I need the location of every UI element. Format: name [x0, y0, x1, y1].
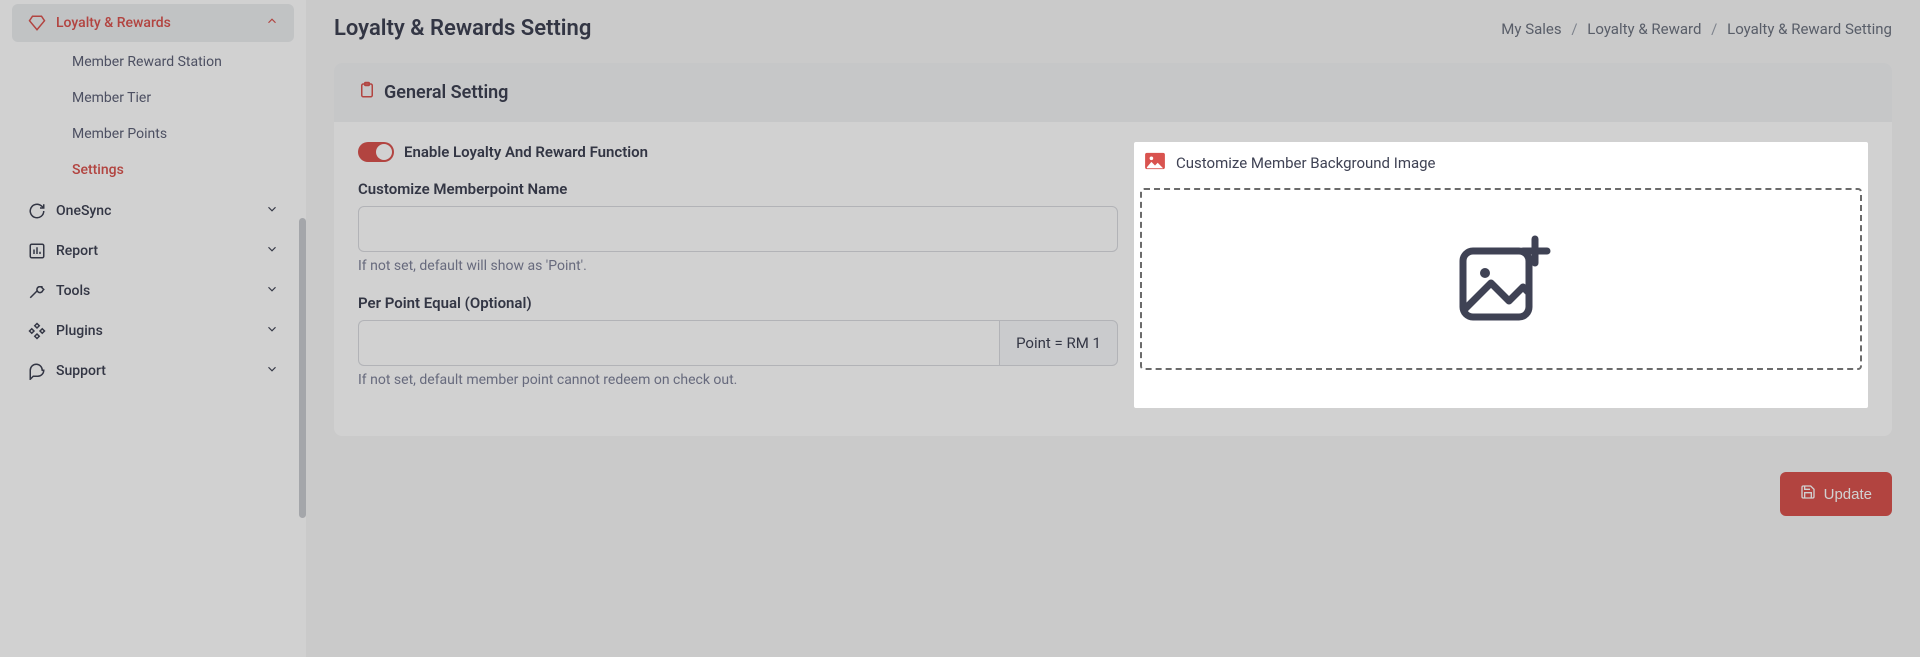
sidebar-item-label: Support — [56, 363, 264, 379]
save-icon — [1800, 484, 1816, 504]
diamond-icon — [26, 14, 48, 32]
memberpoint-name-input[interactable] — [358, 206, 1118, 252]
general-setting-panel: General Setting Enable Loyalty And Rewar… — [334, 63, 1892, 436]
update-button[interactable]: Update — [1780, 472, 1892, 516]
chevron-down-icon — [264, 202, 280, 220]
per-point-equal-addon: Point = RM 1 — [999, 320, 1118, 366]
per-point-equal-group: Per Point Equal (Optional) Point = RM 1 … — [358, 294, 1118, 388]
plugin-icon — [26, 322, 48, 340]
sidebar-sub-member-reward-station[interactable]: Member Reward Station — [58, 44, 294, 80]
footer-actions: Update — [334, 472, 1892, 516]
sidebar-item-loyalty-rewards[interactable]: Loyalty & Rewards — [12, 4, 294, 42]
chevron-down-icon — [264, 322, 280, 340]
chart-icon — [26, 242, 48, 260]
sidebar-sub-member-tier[interactable]: Member Tier — [58, 80, 294, 116]
sidebar-item-plugins[interactable]: Plugins — [12, 312, 294, 350]
update-button-label: Update — [1824, 486, 1872, 503]
sidebar-submenu: Member Reward Station Member Tier Member… — [12, 44, 294, 188]
breadcrumb-separator: / — [1711, 20, 1717, 38]
sidebar-item-label: OneSync — [56, 203, 264, 219]
per-point-equal-help: If not set, default member point cannot … — [358, 372, 1118, 388]
chevron-down-icon — [264, 282, 280, 300]
breadcrumb-item[interactable]: My Sales — [1501, 20, 1561, 38]
memberpoint-name-label: Customize Memberpoint Name — [358, 180, 1118, 198]
bg-image-dropzone[interactable] — [1140, 188, 1862, 370]
sidebar-item-onesync[interactable]: OneSync — [12, 192, 294, 230]
main-content: Loyalty & Rewards Setting My Sales / Loy… — [306, 0, 1920, 657]
memberpoint-name-group: Customize Memberpoint Name If not set, d… — [358, 180, 1118, 274]
page-header: Loyalty & Rewards Setting My Sales / Loy… — [334, 6, 1892, 41]
per-point-equal-input-group: Point = RM 1 — [358, 320, 1118, 366]
sidebar-item-report[interactable]: Report — [12, 232, 294, 270]
per-point-equal-input[interactable] — [358, 320, 999, 366]
sidebar-sub-settings[interactable]: Settings — [58, 152, 294, 188]
memberpoint-name-help: If not set, default will show as 'Point'… — [358, 258, 1118, 274]
image-icon — [1144, 152, 1166, 174]
bg-image-title: Customize Member Background Image — [1176, 154, 1436, 172]
sidebar-scrollbar[interactable] — [299, 218, 306, 518]
panel-body: Enable Loyalty And Reward Function Custo… — [334, 122, 1892, 436]
panel-title: General Setting — [384, 82, 508, 103]
panel-right-column: Customize Member Background Image — [1134, 142, 1868, 408]
breadcrumb-separator: / — [1571, 20, 1577, 38]
per-point-equal-label: Per Point Equal (Optional) — [358, 294, 1118, 312]
wrench-icon — [26, 282, 48, 300]
chevron-down-icon — [264, 362, 280, 380]
sidebar-item-label: Plugins — [56, 323, 264, 339]
enable-loyalty-toggle-label: Enable Loyalty And Reward Function — [404, 143, 648, 161]
breadcrumb-item: Loyalty & Reward Setting — [1727, 20, 1892, 38]
chat-icon — [26, 362, 48, 380]
clipboard-icon — [358, 81, 376, 104]
bg-image-header: Customize Member Background Image — [1140, 146, 1862, 188]
chevron-up-icon — [264, 14, 280, 32]
enable-loyalty-toggle[interactable] — [358, 142, 394, 162]
sidebar-item-label: Tools — [56, 283, 264, 299]
sidebar-item-support[interactable]: Support — [12, 352, 294, 390]
sync-icon — [26, 202, 48, 220]
breadcrumb: My Sales / Loyalty & Reward / Loyalty & … — [1501, 20, 1892, 38]
sidebar-item-tools[interactable]: Tools — [12, 272, 294, 310]
enable-loyalty-toggle-row: Enable Loyalty And Reward Function — [358, 142, 1118, 162]
panel-left-column: Enable Loyalty And Reward Function Custo… — [358, 142, 1118, 408]
sidebar-sub-member-points[interactable]: Member Points — [58, 116, 294, 152]
chevron-down-icon — [264, 242, 280, 260]
sidebar: Loyalty & Rewards Member Reward Station … — [0, 0, 306, 657]
sidebar-item-label: Loyalty & Rewards — [56, 15, 264, 31]
breadcrumb-item[interactable]: Loyalty & Reward — [1587, 20, 1701, 38]
page-title: Loyalty & Rewards Setting — [334, 16, 591, 41]
sidebar-item-label: Report — [56, 243, 264, 259]
panel-header: General Setting — [334, 63, 1892, 122]
